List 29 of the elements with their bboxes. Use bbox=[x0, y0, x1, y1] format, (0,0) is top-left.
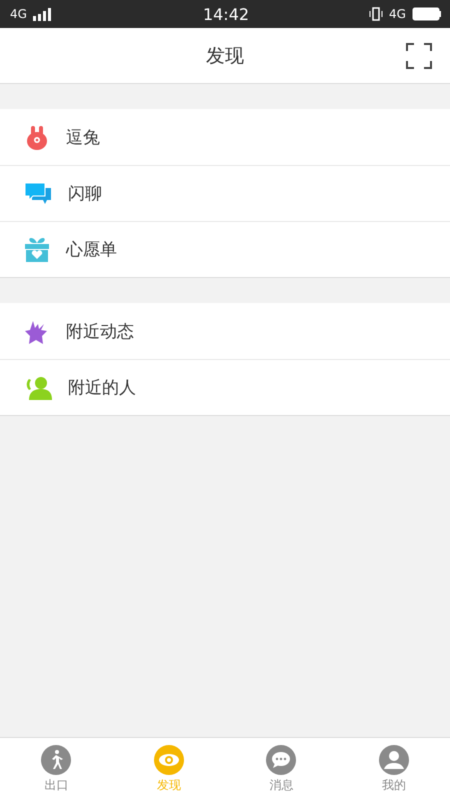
people-icon bbox=[24, 374, 52, 400]
network-label: 4G bbox=[10, 7, 27, 21]
menu-label: 附近的人 bbox=[68, 377, 136, 399]
gift-icon bbox=[24, 236, 50, 262]
tab[interactable]: 出口 bbox=[0, 738, 112, 800]
vibrate-icon bbox=[369, 7, 384, 21]
scan-icon[interactable] bbox=[406, 43, 432, 69]
tab[interactable]: 消息 bbox=[225, 738, 338, 800]
eye-icon bbox=[154, 744, 184, 774]
menu-label: 逗兔 bbox=[66, 127, 100, 149]
user-icon bbox=[378, 744, 409, 774]
menu-item[interactable]: 闪聊 bbox=[0, 165, 450, 221]
star-icon bbox=[24, 318, 50, 344]
page-title: 发现 bbox=[206, 44, 244, 68]
menu-item[interactable]: 心愿单 bbox=[0, 221, 450, 277]
menu-item[interactable]: 逗兔 bbox=[0, 109, 450, 165]
speech-bubble-icon bbox=[266, 744, 296, 774]
battery-icon bbox=[412, 7, 442, 21]
walking-person-icon bbox=[41, 744, 72, 774]
clock: 14:42 bbox=[202, 4, 250, 24]
rabbit-icon bbox=[24, 124, 50, 150]
network-label: 4G bbox=[389, 7, 406, 21]
tab[interactable]: 我的 bbox=[338, 738, 450, 800]
menu-label: 附近动态 bbox=[66, 321, 134, 343]
menu-label: 闪聊 bbox=[68, 183, 102, 205]
chat-icon bbox=[24, 182, 52, 206]
menu-item[interactable]: 附近的人 bbox=[0, 359, 450, 415]
menu-label: 心愿单 bbox=[66, 239, 117, 261]
menu-item[interactable]: 附近动态 bbox=[0, 303, 450, 359]
